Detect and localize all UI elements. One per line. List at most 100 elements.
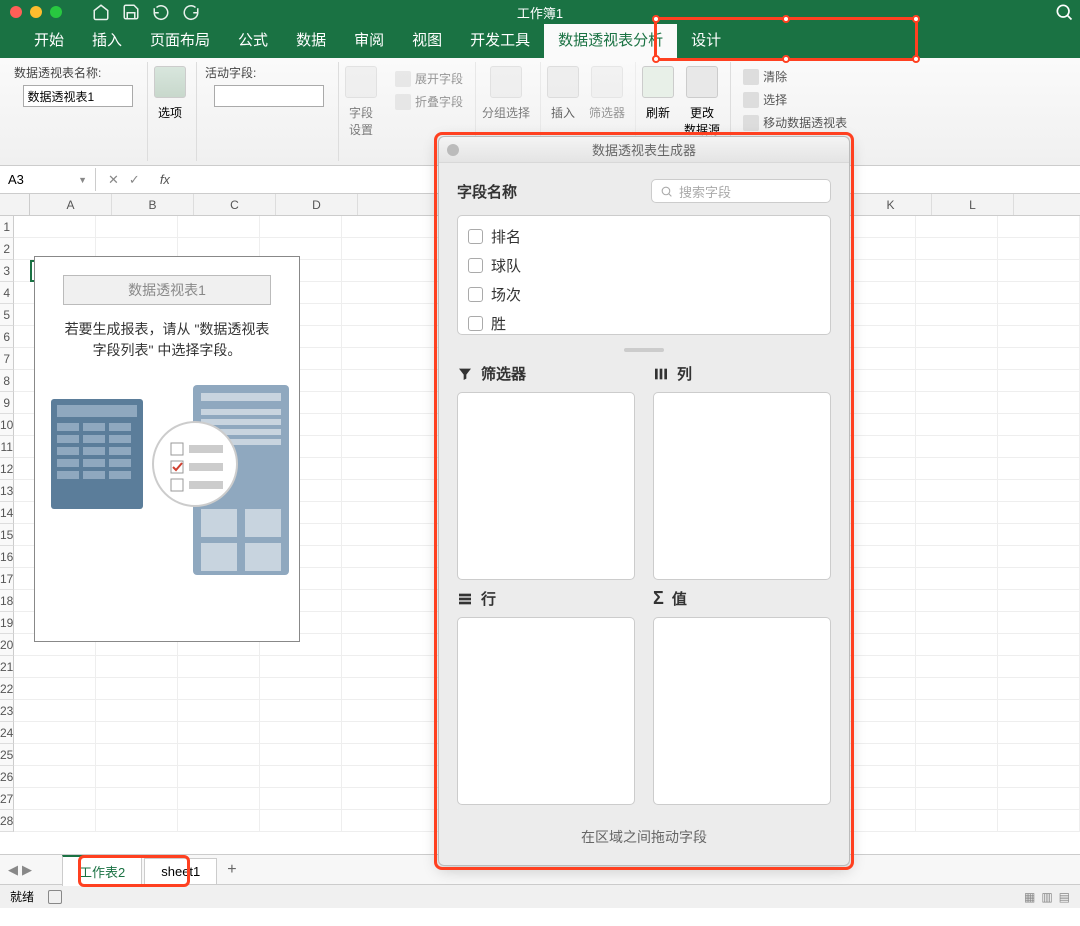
cell[interactable] bbox=[96, 766, 178, 788]
row-header[interactable]: 4 bbox=[0, 282, 14, 304]
row-header[interactable]: 14 bbox=[0, 502, 14, 524]
cell[interactable] bbox=[998, 634, 1080, 656]
row-header[interactable]: 7 bbox=[0, 348, 14, 370]
cell[interactable] bbox=[916, 502, 998, 524]
field-item[interactable]: 胜 bbox=[466, 309, 822, 335]
cell[interactable] bbox=[178, 700, 260, 722]
cell[interactable] bbox=[260, 656, 342, 678]
rows-drop-area[interactable] bbox=[457, 617, 635, 805]
cell[interactable] bbox=[14, 656, 96, 678]
cell[interactable] bbox=[916, 678, 998, 700]
cell[interactable] bbox=[916, 348, 998, 370]
cell[interactable] bbox=[916, 766, 998, 788]
tab-pivottable-analyze[interactable]: 数据透视表分析 bbox=[544, 21, 677, 58]
field-item[interactable]: 球队 bbox=[466, 251, 822, 280]
name-box[interactable]: A3 ▼ bbox=[0, 168, 96, 191]
chevron-down-icon[interactable]: ▼ bbox=[78, 175, 87, 185]
cell[interactable] bbox=[916, 304, 998, 326]
cell[interactable] bbox=[178, 744, 260, 766]
cell[interactable] bbox=[178, 788, 260, 810]
tab-developer[interactable]: 开发工具 bbox=[456, 21, 544, 58]
row-header[interactable]: 24 bbox=[0, 722, 14, 744]
cell[interactable] bbox=[96, 700, 178, 722]
move-button[interactable]: 移动数据透视表 bbox=[739, 112, 851, 133]
builder-divider[interactable] bbox=[439, 343, 849, 357]
cell[interactable] bbox=[14, 216, 96, 238]
cell[interactable] bbox=[998, 612, 1080, 634]
cell[interactable] bbox=[178, 810, 260, 832]
col-header[interactable]: L bbox=[932, 194, 1014, 215]
row-header[interactable]: 22 bbox=[0, 678, 14, 700]
cell[interactable] bbox=[916, 656, 998, 678]
col-header[interactable]: B bbox=[112, 194, 194, 215]
cell[interactable] bbox=[916, 744, 998, 766]
cell[interactable] bbox=[96, 656, 178, 678]
change-source-label[interactable]: 更改 数据源 bbox=[684, 104, 720, 138]
cell[interactable] bbox=[916, 788, 998, 810]
sheet-tab-active[interactable]: 工作表2 bbox=[62, 855, 142, 886]
cell[interactable] bbox=[916, 722, 998, 744]
cell[interactable] bbox=[96, 788, 178, 810]
cell[interactable] bbox=[260, 216, 342, 238]
undo-icon[interactable] bbox=[152, 3, 170, 21]
row-header[interactable]: 8 bbox=[0, 370, 14, 392]
sheet-nav-next-icon[interactable]: ▶ bbox=[22, 862, 32, 878]
collapse-field-button[interactable]: 折叠字段 bbox=[391, 91, 467, 112]
cell[interactable] bbox=[998, 458, 1080, 480]
tab-view[interactable]: 视图 bbox=[398, 21, 456, 58]
cell[interactable] bbox=[916, 260, 998, 282]
cell[interactable] bbox=[916, 326, 998, 348]
cell[interactable] bbox=[998, 414, 1080, 436]
cell[interactable] bbox=[998, 304, 1080, 326]
cell[interactable] bbox=[96, 216, 178, 238]
tab-data[interactable]: 数据 bbox=[282, 21, 340, 58]
cell[interactable] bbox=[916, 414, 998, 436]
columns-drop-area[interactable] bbox=[653, 392, 831, 580]
cell[interactable] bbox=[998, 370, 1080, 392]
insert-slicer-icon[interactable] bbox=[547, 66, 579, 98]
cell[interactable] bbox=[260, 722, 342, 744]
fx-label[interactable]: fx bbox=[152, 172, 170, 187]
options-icon[interactable] bbox=[154, 66, 186, 98]
cell[interactable] bbox=[916, 282, 998, 304]
cell[interactable] bbox=[14, 678, 96, 700]
cell[interactable] bbox=[998, 238, 1080, 260]
row-header[interactable]: 17 bbox=[0, 568, 14, 590]
cell[interactable] bbox=[998, 392, 1080, 414]
cell[interactable] bbox=[998, 656, 1080, 678]
row-header[interactable]: 1 bbox=[0, 216, 14, 238]
cell[interactable] bbox=[916, 216, 998, 238]
cell[interactable] bbox=[916, 810, 998, 832]
cell[interactable] bbox=[178, 678, 260, 700]
row-header[interactable]: 25 bbox=[0, 744, 14, 766]
select-button[interactable]: 选择 bbox=[739, 89, 851, 110]
cell[interactable] bbox=[916, 480, 998, 502]
row-header[interactable]: 2 bbox=[0, 238, 14, 260]
tab-formulas[interactable]: 公式 bbox=[224, 21, 282, 58]
cell[interactable] bbox=[178, 216, 260, 238]
cell[interactable] bbox=[998, 810, 1080, 832]
select-all-corner[interactable] bbox=[0, 194, 30, 215]
row-header[interactable]: 5 bbox=[0, 304, 14, 326]
cell[interactable] bbox=[998, 282, 1080, 304]
add-sheet-button[interactable]: + bbox=[217, 857, 246, 883]
cell[interactable] bbox=[916, 546, 998, 568]
filters-drop-area[interactable] bbox=[457, 392, 635, 580]
builder-titlebar[interactable]: 数据透视表生成器 bbox=[439, 137, 849, 163]
zoom-window-icon[interactable] bbox=[50, 6, 62, 18]
home-icon[interactable] bbox=[92, 3, 110, 21]
cell[interactable] bbox=[916, 590, 998, 612]
pivot-name-input[interactable] bbox=[23, 85, 133, 107]
pivot-builder-panel[interactable]: 数据透视表生成器 字段名称 搜索字段 排名 球队 场次 胜 筛选器 列 bbox=[438, 136, 850, 866]
cell[interactable] bbox=[998, 348, 1080, 370]
cell[interactable] bbox=[260, 744, 342, 766]
refresh-icon[interactable] bbox=[642, 66, 674, 98]
checkbox-icon[interactable] bbox=[468, 229, 483, 244]
cell[interactable] bbox=[916, 370, 998, 392]
cell[interactable] bbox=[998, 744, 1080, 766]
row-header[interactable]: 3 bbox=[0, 260, 14, 282]
cell[interactable] bbox=[998, 546, 1080, 568]
view-normal-icon[interactable]: ▦ bbox=[1024, 890, 1035, 904]
row-header[interactable]: 20 bbox=[0, 634, 14, 656]
cell[interactable] bbox=[998, 216, 1080, 238]
